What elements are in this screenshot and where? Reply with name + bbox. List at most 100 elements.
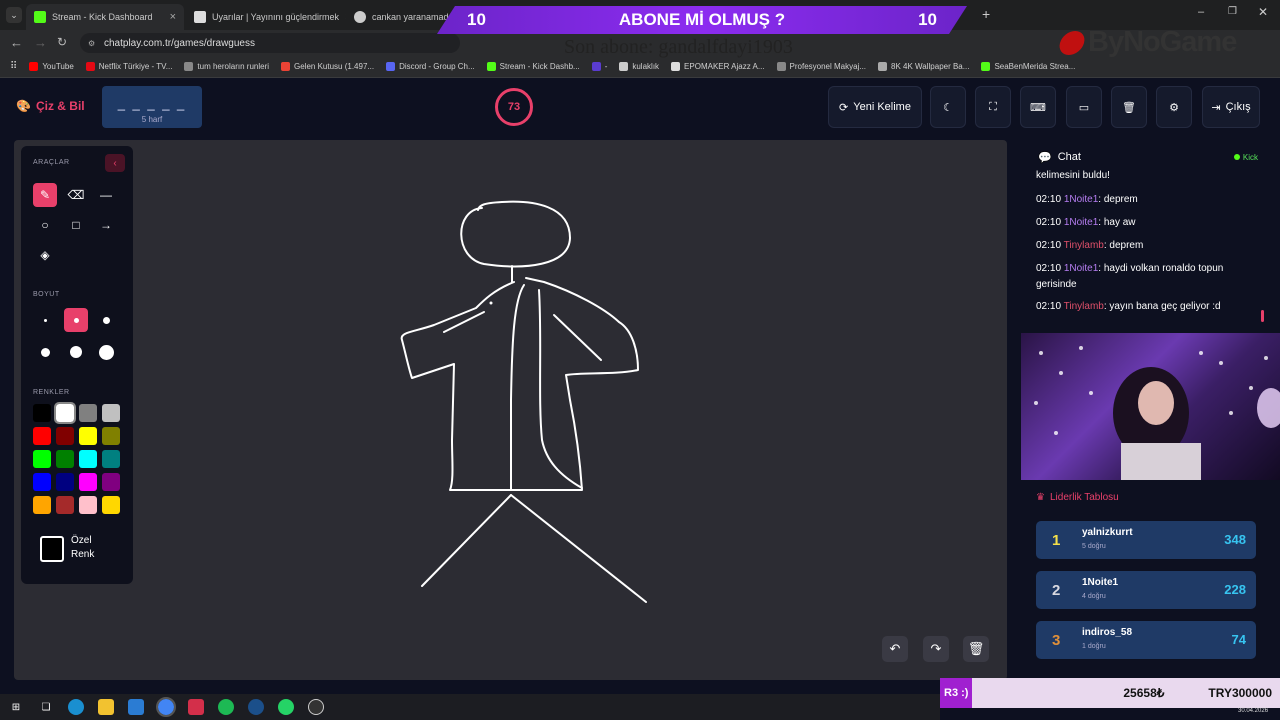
file-explorer-icon[interactable] xyxy=(98,699,114,715)
chrome-icon[interactable] xyxy=(156,697,176,717)
steam-icon[interactable] xyxy=(248,699,264,715)
bookmark-item[interactable]: Profesyonel Makyaj... xyxy=(776,62,866,71)
bookmark-label: Netflix Türkiye - TV... xyxy=(98,62,173,71)
size-button-xxl[interactable] xyxy=(94,340,118,364)
bookmark-item[interactable]: Netflix Türkiye - TV... xyxy=(85,62,173,71)
delete-button[interactable]: 🗑 xyxy=(1111,86,1147,128)
apps-icon[interactable]: ⠿ xyxy=(10,61,17,72)
chat-message: 02:10 1Noite1: deprem xyxy=(1036,192,1261,208)
drawing-canvas[interactable] xyxy=(14,140,1007,680)
chat-username[interactable]: 1Noite1 xyxy=(1064,194,1098,205)
color-swatch[interactable] xyxy=(33,450,51,468)
bynogame-logo: ByNoGame xyxy=(1056,26,1237,59)
color-swatch[interactable] xyxy=(56,427,74,445)
forward-button[interactable]: → xyxy=(34,35,47,50)
fullscreen-button[interactable]: ⛶ xyxy=(975,86,1011,128)
circle-tool-button[interactable]: ○ xyxy=(33,213,57,237)
close-icon[interactable]: × xyxy=(170,11,176,23)
new-word-button[interactable]: ⟳ Yeni Kelime xyxy=(828,86,922,128)
bookmark-item[interactable]: - xyxy=(591,62,607,71)
undo-button[interactable]: ↶ xyxy=(882,636,908,662)
color-swatch[interactable] xyxy=(79,450,97,468)
keyboard-button[interactable]: ⌨ xyxy=(1020,86,1056,128)
color-swatch[interactable] xyxy=(79,427,97,445)
mail-icon[interactable] xyxy=(128,699,144,715)
color-swatch[interactable] xyxy=(102,450,120,468)
restore-button[interactable]: ❐ xyxy=(1228,6,1237,17)
bookmark-item[interactable]: kulaklık xyxy=(619,62,659,71)
whatsapp-icon[interactable] xyxy=(278,699,294,715)
arrow-tool-button[interactable]: → xyxy=(94,213,118,237)
color-swatch[interactable] xyxy=(33,473,51,491)
chat-scrollbar[interactable] xyxy=(1261,310,1264,322)
fill-tool-button[interactable]: ◈ xyxy=(33,243,57,267)
archive-button[interactable]: ▭ xyxy=(1066,86,1102,128)
color-swatch[interactable] xyxy=(33,427,51,445)
bookmark-item[interactable]: YouTube xyxy=(29,62,74,71)
size-button-xl[interactable] xyxy=(64,340,88,364)
tab-list-button[interactable]: ⌄ xyxy=(6,7,22,23)
task-view-icon[interactable]: ❏ xyxy=(38,699,54,715)
close-window-button[interactable]: ✕ xyxy=(1258,5,1268,19)
site-info-icon[interactable]: ⚙ xyxy=(88,39,95,48)
size-button-l[interactable] xyxy=(33,340,57,364)
bookmark-item[interactable]: SeaBenMerida Strea... xyxy=(981,62,1075,71)
custom-color-swatch[interactable] xyxy=(40,536,64,562)
new-tab-button[interactable]: + xyxy=(982,6,990,22)
settings-button[interactable]: ⚙ xyxy=(1156,86,1192,128)
clear-canvas-button[interactable]: 🗑 xyxy=(963,636,989,662)
eraser-tool-button[interactable]: ⌫ xyxy=(64,183,88,207)
browser-tab[interactable]: Uyarılar | Yayınını güçlendirmek × xyxy=(186,4,346,30)
chat-username[interactable]: Tinylamb xyxy=(1064,240,1104,251)
collapse-panel-button[interactable]: ‹ xyxy=(105,154,125,172)
color-swatch[interactable] xyxy=(102,496,120,514)
exit-button[interactable]: ⇥ Çıkış xyxy=(1202,86,1260,128)
reload-button[interactable]: ↻ xyxy=(57,35,67,49)
size-button-xs[interactable] xyxy=(33,308,57,332)
color-swatch[interactable] xyxy=(102,473,120,491)
brush-tool-button[interactable]: ✎ xyxy=(33,183,57,207)
color-swatch[interactable] xyxy=(102,404,120,422)
chat-username[interactable]: 1Noite1 xyxy=(1064,217,1098,228)
bookmark-item[interactable]: tum heroların runleri xyxy=(184,62,269,71)
exit-label: Çıkış xyxy=(1225,101,1251,113)
color-swatch[interactable] xyxy=(79,404,97,422)
color-swatch[interactable] xyxy=(56,450,74,468)
chat-username[interactable]: 1Noite1 xyxy=(1064,263,1098,274)
obs-icon[interactable] xyxy=(308,699,324,715)
line-tool-button[interactable]: — xyxy=(94,183,118,207)
color-swatch[interactable] xyxy=(102,427,120,445)
size-button-s[interactable] xyxy=(64,308,88,332)
size-button-m[interactable] xyxy=(94,308,118,332)
palette-icon: 🎨 xyxy=(16,99,31,113)
chat-username[interactable]: Tinylamb xyxy=(1064,301,1104,312)
color-swatch[interactable] xyxy=(33,496,51,514)
vivaldi-icon[interactable] xyxy=(188,699,204,715)
bookmark-item[interactable]: Gelen Kutusu (1.497... xyxy=(281,62,374,71)
color-swatch[interactable] xyxy=(56,496,74,514)
color-swatch[interactable] xyxy=(54,402,76,424)
color-swatch[interactable] xyxy=(33,404,51,422)
rectangle-tool-button[interactable]: □ xyxy=(64,213,88,237)
windows-start-icon[interactable]: ⊞ xyxy=(8,699,24,715)
bookmark-item[interactable]: Stream - Kick Dashb... xyxy=(486,62,580,71)
google-favicon-icon xyxy=(354,11,366,23)
spotify-icon[interactable] xyxy=(218,699,234,715)
color-swatch[interactable] xyxy=(79,496,97,514)
back-button[interactable]: ← xyxy=(10,35,23,50)
bookmark-item[interactable]: Discord - Group Ch... xyxy=(386,62,475,71)
edge-icon[interactable] xyxy=(68,699,84,715)
redo-button[interactable]: ↷ xyxy=(923,636,949,662)
minimize-button[interactable]: – xyxy=(1198,6,1204,18)
color-swatch[interactable] xyxy=(56,473,74,491)
browser-tab[interactable]: cankan yaranamadım sözl xyxy=(346,4,456,30)
bookmark-label: Gelen Kutusu (1.497... xyxy=(294,62,375,71)
gear-icon: ⚙ xyxy=(1169,101,1179,114)
theme-toggle-button[interactable]: ☾ xyxy=(930,86,966,128)
url-field[interactable]: ⚙ chatplay.com.tr/games/drawguess xyxy=(80,33,460,53)
color-swatch[interactable] xyxy=(79,473,97,491)
bookmark-item[interactable]: 8K 4K Wallpaper Ba... xyxy=(878,62,969,71)
chat-time: 02:10 xyxy=(1036,194,1062,205)
bookmark-item[interactable]: EPOMAKER Ajazz A... xyxy=(671,62,765,71)
browser-tab[interactable]: Stream - Kick Dashboard × xyxy=(26,4,184,30)
